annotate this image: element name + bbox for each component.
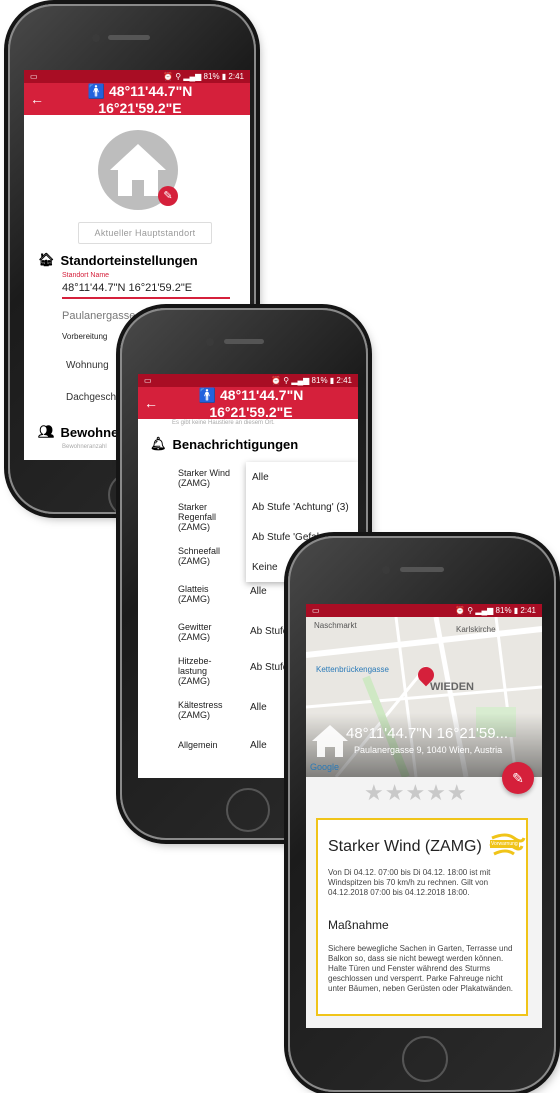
dropdown-option[interactable]: Ab Stufe 'Achtung' (3) — [252, 502, 349, 513]
phone-3: ▭ ⏰ ⚲ ▂▄▆ 81% ▮ 2:41 Naschmarkt Karlskir… — [288, 536, 556, 1092]
row-label: Kältestress (ZAMG) — [178, 700, 223, 720]
speaker — [400, 567, 444, 572]
warning-text: Von Di 04.12. 07:00 bis Di 04.12. 18:00 … — [328, 868, 491, 897]
location-name-field[interactable]: 48°11'44.7"N 16°21'59.2"E — [62, 282, 230, 299]
dropdown-option[interactable]: Keine — [252, 562, 278, 573]
map-label: Karlskirche — [456, 625, 496, 634]
row-label: Starker Regenfall (ZAMG) — [178, 502, 217, 532]
map[interactable]: Naschmarkt Karlskirche Kettenbrückengass… — [306, 617, 542, 777]
wind-warning-icon: Vorwarnung — [488, 830, 526, 862]
apartment-option[interactable]: Wohnung — [66, 360, 109, 371]
current-main-location-button[interactable]: Aktueller Hauptstandort — [78, 222, 212, 244]
home-button[interactable] — [226, 788, 270, 832]
residents-count-label: Bewohneranzahl — [62, 444, 107, 450]
home-icon: 🏠︎ — [38, 252, 55, 267]
rating-stars[interactable]: ★★★★★ — [364, 780, 468, 806]
person-pin-icon: 🚹 — [87, 82, 106, 99]
back-arrow-icon[interactable]: ← — [138, 395, 164, 411]
measure-text: Sichere bewegliche Sachen in Garten, Ter… — [328, 944, 514, 993]
location-settings-heading: 🏠︎ Standorteinstellungen — [38, 252, 198, 268]
map-label: Kettenbrückengasse — [316, 665, 389, 674]
avatar[interactable]: ✎ — [98, 130, 178, 210]
notifications-heading: 🔔︎ Benachrichtigungen — [150, 436, 299, 452]
app-bar: ← 🚹 48°11'44.7"N 16°21'59.2"E — [138, 386, 358, 420]
map-label: WIEDEN — [430, 681, 474, 693]
row-label: Schneefall (ZAMG) — [178, 546, 221, 566]
residents-heading: 👥︎ Bewohner — [38, 424, 124, 440]
house-icon — [312, 725, 348, 757]
page-title: 48°11'44.7"N 16°21'59.2"E — [98, 82, 193, 116]
row-value[interactable]: Alle — [250, 586, 267, 597]
dropdown-option[interactable]: Alle — [252, 472, 269, 483]
row-label: Glatteis (ZAMG) — [178, 584, 210, 604]
edit-button[interactable]: ✎ — [502, 762, 534, 794]
status-bar: ▭ ⏰ ⚲ ▂▄▆ 81% ▮ 2:41 — [138, 374, 358, 387]
row-label: Starker Wind (ZAMG) — [178, 468, 231, 488]
people-icon: 👥︎ — [38, 424, 55, 439]
row-label: Hitzebe- lastung (ZAMG) — [178, 656, 212, 686]
speaker — [224, 339, 264, 344]
preparation-label: Vorbereitung — [62, 332, 108, 341]
app-bar: ← 🚹 48°11'44.7"N 16°21'59.2"E — [24, 82, 250, 116]
row-value[interactable]: Ab Stufe — [250, 626, 288, 637]
back-arrow-icon[interactable]: ← — [24, 91, 50, 107]
row-value[interactable]: Alle — [250, 740, 267, 751]
measure-title: Maßnahme — [328, 918, 389, 932]
warning-badge: Vorwarnung — [490, 840, 519, 848]
row-value[interactable]: Alle — [250, 702, 267, 713]
location-title: 48°11'44.7"N 16°21'59... — [346, 725, 509, 742]
map-label: Naschmarkt — [314, 621, 357, 630]
attic-option[interactable]: Dachgeschoß — [66, 392, 128, 403]
no-pets-text: Es gibt keine Haustiere an diesem Ort. — [172, 420, 275, 426]
row-value[interactable]: Ab Stufe — [250, 662, 288, 673]
camera — [92, 34, 100, 42]
google-logo: Google — [310, 762, 340, 772]
person-pin-icon: 🚹 — [198, 386, 217, 403]
row-label: Gewitter (ZAMG) — [178, 622, 212, 642]
row-label: Allgemein — [178, 740, 218, 750]
warning-card: Starker Wind (ZAMG) Vorwarnung Von Di 04… — [316, 818, 528, 1016]
location-address: Paulanergasse 9, 1040 Wien, Austria — [354, 745, 503, 755]
speaker — [108, 35, 150, 40]
street-field[interactable]: Paulanergasse — [62, 310, 135, 322]
camera — [382, 566, 390, 574]
page-title: 48°11'44.7"N 16°21'59.2"E — [209, 386, 304, 420]
warning-title: Starker Wind (ZAMG) — [328, 838, 482, 855]
edit-avatar-button[interactable]: ✎ — [158, 186, 178, 206]
status-bar: ▭ ⏰ ⚲ ▂▄▆ 81% ▮ 2:41 — [306, 604, 542, 617]
screen-3: ▭ ⏰ ⚲ ▂▄▆ 81% ▮ 2:41 Naschmarkt Karlskir… — [306, 604, 542, 1028]
status-bar: ▭ ⏰ ⚲ ▂▄▆ 81% ▮ 2:41 — [24, 70, 250, 83]
location-name-label: Standort Name — [62, 272, 110, 279]
camera — [206, 338, 214, 346]
bell-icon: 🔔︎ — [150, 436, 167, 451]
home-button[interactable] — [402, 1036, 448, 1082]
